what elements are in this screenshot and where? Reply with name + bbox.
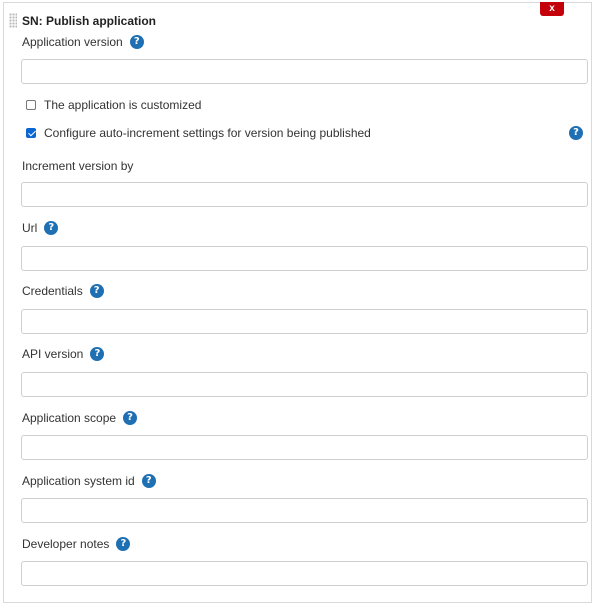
url-input[interactable]	[21, 246, 588, 271]
app-version-label-row: Application version ?	[22, 35, 144, 49]
url-label: Url	[22, 221, 38, 235]
customized-checkbox-row[interactable]: The application is customized	[26, 98, 201, 112]
increment-by-label: Increment version by	[22, 159, 134, 173]
help-icon[interactable]: ?	[141, 474, 156, 488]
customized-checkbox[interactable]	[26, 100, 36, 110]
increment-by-input[interactable]	[21, 182, 588, 207]
help-icon[interactable]: ?	[89, 284, 104, 298]
app-sys-id-label-row: Application system id ?	[22, 474, 156, 488]
drag-handle[interactable]	[9, 13, 17, 28]
app-version-label: Application version	[22, 35, 123, 49]
app-scope-label: Application scope	[22, 411, 117, 425]
dev-notes-label-row: Developer notes ?	[22, 537, 131, 551]
auto-increment-label: Configure auto-increment settings for ve…	[44, 126, 371, 140]
help-icon[interactable]: ?	[44, 221, 59, 235]
close-button[interactable]: x	[540, 2, 564, 16]
customized-label: The application is customized	[44, 98, 202, 112]
api-version-label-row: API version ?	[22, 347, 105, 361]
increment-by-label-row: Increment version by	[22, 159, 133, 173]
help-icon[interactable]: ?	[129, 35, 144, 49]
credentials-label: Credentials	[22, 284, 83, 298]
publish-application-panel: SN: Publish application x Application ve…	[3, 2, 592, 603]
app-version-input[interactable]	[21, 59, 588, 84]
app-sys-id-input[interactable]	[21, 498, 588, 523]
panel-title: SN: Publish application	[22, 14, 157, 28]
credentials-input[interactable]	[21, 309, 588, 334]
api-version-input[interactable]	[21, 372, 588, 397]
dev-notes-input[interactable]	[21, 561, 588, 586]
dev-notes-label: Developer notes	[22, 537, 110, 551]
help-icon[interactable]: ?	[123, 411, 138, 425]
help-icon[interactable]: ?	[569, 126, 583, 140]
credentials-label-row: Credentials ?	[22, 284, 104, 298]
app-scope-input[interactable]	[21, 435, 588, 460]
url-label-row: Url ?	[22, 221, 59, 235]
api-version-label: API version	[22, 347, 84, 361]
auto-increment-checkbox-row[interactable]: Configure auto-increment settings for ve…	[26, 126, 371, 140]
help-icon[interactable]: ?	[116, 537, 131, 551]
app-sys-id-label: Application system id	[22, 474, 135, 488]
auto-increment-checkbox[interactable]	[26, 128, 36, 138]
help-icon[interactable]: ?	[90, 347, 105, 361]
app-scope-label-row: Application scope ?	[22, 411, 138, 425]
